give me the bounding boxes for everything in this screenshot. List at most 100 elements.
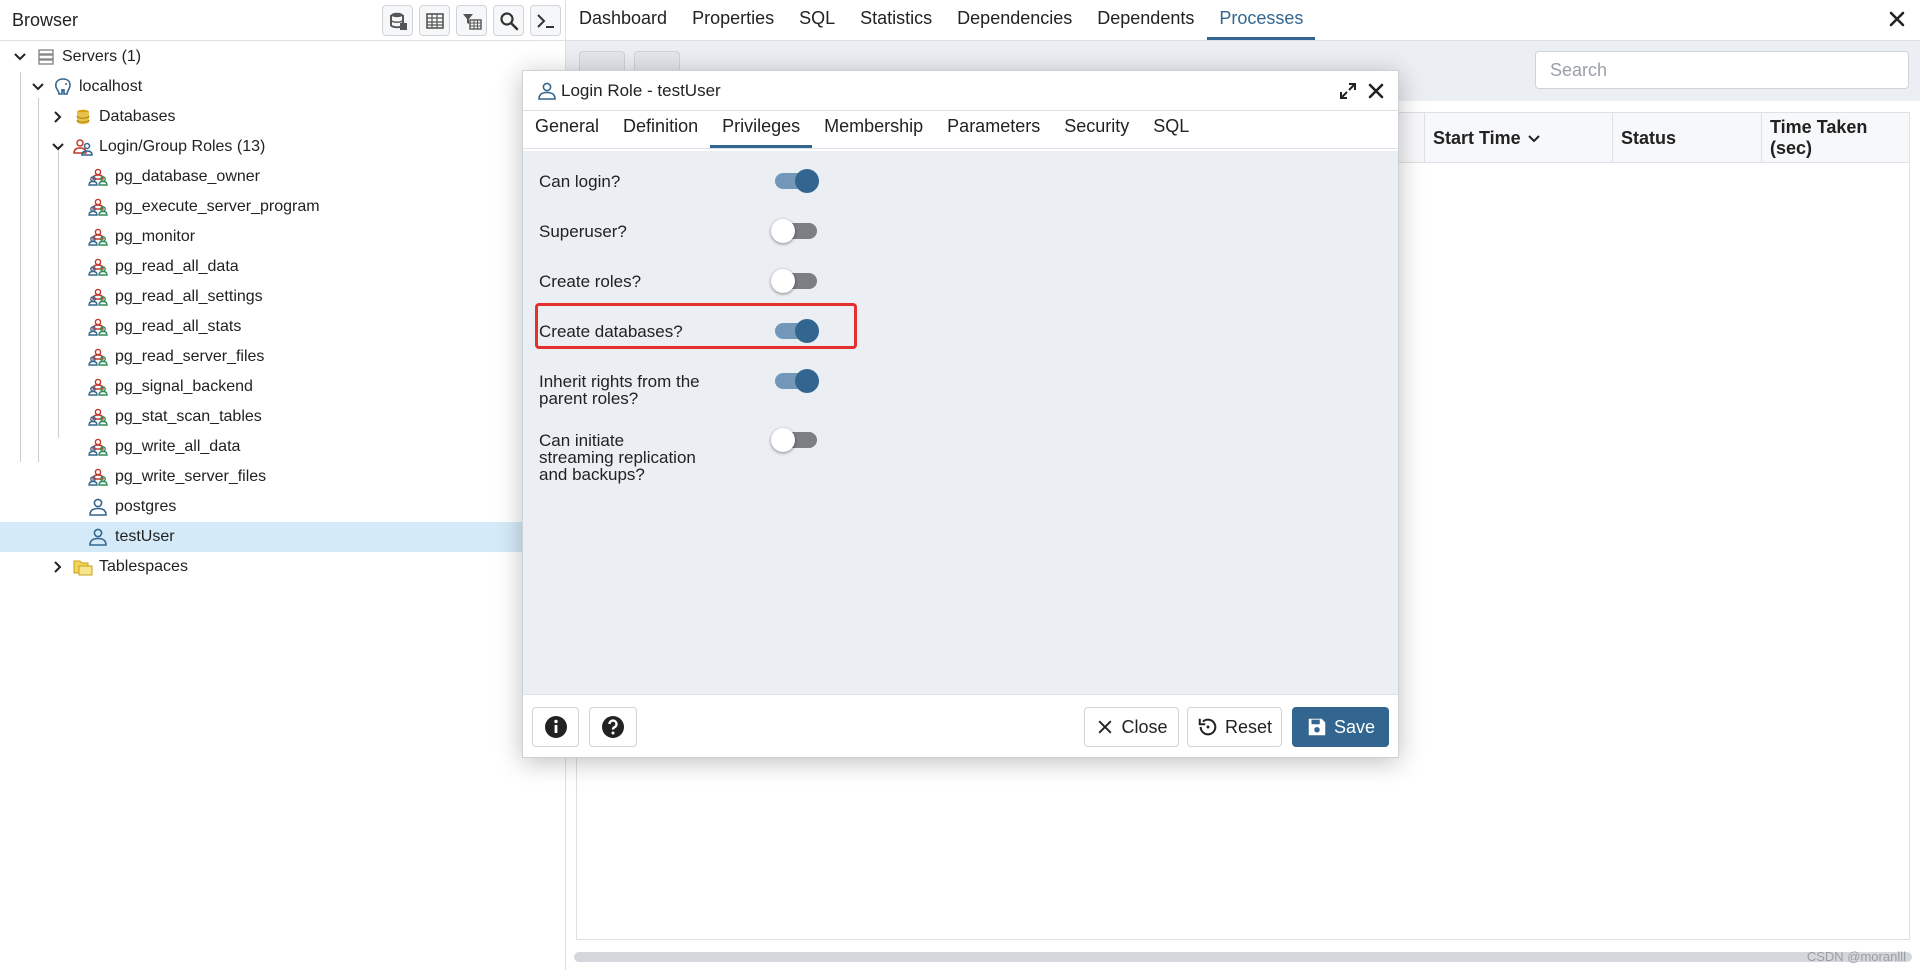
horizontal-scrollbar[interactable] bbox=[574, 952, 1912, 962]
tree-item-label: pg_stat_scan_tables bbox=[115, 408, 262, 425]
close-button[interactable]: Close bbox=[1084, 707, 1179, 747]
tree-item-role[interactable]: pg_read_server_files bbox=[0, 342, 565, 372]
tree-item-role[interactable]: pg_stat_scan_tables bbox=[0, 402, 565, 432]
browser-panel: Browser Servers (1) localhost Databases … bbox=[0, 0, 566, 970]
expand-icon[interactable] bbox=[1338, 81, 1358, 101]
tree-item-role[interactable]: pg_read_all_data bbox=[0, 252, 565, 282]
column-label: Time Taken (sec) bbox=[1770, 117, 1868, 158]
privilege-label: Inherit rights from the parent roles? bbox=[539, 373, 729, 407]
chevron-down-icon[interactable] bbox=[30, 79, 46, 95]
chevron-down-icon[interactable] bbox=[12, 49, 28, 65]
replication-toggle[interactable] bbox=[771, 425, 817, 455]
tree-item-label: localhost bbox=[79, 78, 143, 95]
reset-button[interactable]: Reset bbox=[1187, 707, 1282, 747]
tab-sql[interactable]: SQL bbox=[787, 8, 847, 40]
tab-dependencies[interactable]: Dependencies bbox=[945, 8, 1084, 40]
column-header-status[interactable]: Status bbox=[1612, 113, 1761, 163]
group-role-icon bbox=[88, 227, 108, 247]
filtered-rows-button[interactable] bbox=[456, 5, 487, 36]
chevron-right-icon[interactable] bbox=[50, 559, 66, 575]
tree-item-role[interactable]: pg_write_server_files bbox=[0, 462, 565, 492]
tab-definition[interactable]: Definition bbox=[611, 116, 710, 148]
table-view-icon bbox=[425, 12, 444, 29]
psql-tool-button[interactable] bbox=[530, 5, 561, 36]
info-button[interactable] bbox=[532, 707, 579, 747]
tree-item-role[interactable]: pg_read_all_stats bbox=[0, 312, 565, 342]
group-role-icon bbox=[88, 287, 108, 307]
chevron-right-icon[interactable] bbox=[50, 109, 66, 125]
privilege-label-line: and backups? bbox=[539, 465, 645, 484]
tree-item-role[interactable]: pg_database_owner bbox=[0, 162, 565, 192]
dialog-titlebar[interactable]: Login Role - testUser bbox=[523, 71, 1398, 111]
tab-properties[interactable]: Properties bbox=[680, 8, 786, 40]
search-objects-button[interactable] bbox=[493, 5, 524, 36]
tree-item-label: pg_monitor bbox=[115, 228, 196, 245]
tree-item-role[interactable]: pg_read_all_settings bbox=[0, 282, 565, 312]
group-role-icon bbox=[88, 377, 108, 397]
column-header-start-time[interactable]: Start Time bbox=[1424, 113, 1612, 163]
tree-item-label: Servers (1) bbox=[62, 48, 142, 65]
close-icon[interactable] bbox=[1366, 81, 1386, 101]
databases-icon bbox=[73, 107, 93, 127]
reset-button-label: Reset bbox=[1224, 716, 1273, 737]
search-box bbox=[1535, 51, 1909, 89]
inherit-rights-toggle[interactable] bbox=[771, 366, 819, 396]
tab-processes[interactable]: Processes bbox=[1207, 8, 1316, 40]
privileges-panel: Can login? Superuser? Create roles? Crea… bbox=[523, 151, 1398, 696]
browser-title: Browser bbox=[12, 9, 79, 30]
group-role-icon bbox=[88, 437, 108, 457]
view-data-button[interactable] bbox=[419, 5, 450, 36]
column-label: Status bbox=[1621, 127, 1677, 148]
tab-general[interactable]: General bbox=[523, 116, 611, 148]
search-icon bbox=[499, 11, 518, 30]
info-icon bbox=[544, 716, 567, 738]
group-role-icon bbox=[88, 347, 108, 367]
tree-item-role-selected[interactable]: testUser bbox=[0, 522, 565, 552]
save-button[interactable]: Save bbox=[1292, 707, 1389, 747]
column-label: Start Time bbox=[1433, 127, 1521, 148]
close-icon[interactable] bbox=[1886, 8, 1908, 30]
browser-toolbar bbox=[382, 5, 561, 36]
dialog-tabs: General Definition Privileges Membership… bbox=[523, 111, 1398, 149]
save-icon bbox=[1308, 718, 1326, 736]
column-header-time-taken[interactable]: Time Taken (sec) bbox=[1761, 113, 1913, 163]
highlight-annotation bbox=[535, 303, 857, 349]
tab-sql[interactable]: SQL bbox=[1141, 116, 1201, 148]
tree-item-role[interactable]: pg_execute_server_program bbox=[0, 192, 565, 222]
tree-item-label: pg_execute_server_program bbox=[115, 198, 320, 215]
tab-security[interactable]: Security bbox=[1052, 116, 1141, 148]
server-group-icon bbox=[36, 47, 56, 67]
create-roles-toggle[interactable] bbox=[771, 266, 817, 296]
tab-dashboard[interactable]: Dashboard bbox=[579, 8, 679, 40]
can-login-toggle[interactable] bbox=[771, 166, 819, 196]
tab-parameters[interactable]: Parameters bbox=[935, 116, 1052, 148]
superuser-toggle[interactable] bbox=[771, 216, 817, 246]
tree-item-role[interactable]: pg_monitor bbox=[0, 222, 565, 252]
tree-item-label: Login/Group Roles (13) bbox=[99, 138, 266, 155]
tab-dependents[interactable]: Dependents bbox=[1085, 8, 1206, 40]
privilege-label: Can login? bbox=[539, 172, 621, 191]
group-role-icon bbox=[88, 257, 108, 277]
tree-item-tablespaces[interactable]: Tablespaces bbox=[0, 552, 565, 582]
tab-membership[interactable]: Membership bbox=[812, 116, 935, 148]
tab-statistics[interactable]: Statistics bbox=[848, 8, 944, 40]
chevron-down-icon[interactable] bbox=[50, 139, 66, 155]
privilege-label: Can initiate streaming replication and b… bbox=[539, 432, 729, 483]
tree-item-label: testUser bbox=[115, 528, 175, 545]
tab-privileges[interactable]: Privileges bbox=[710, 116, 813, 148]
tree-item-role[interactable]: pg_write_all_data bbox=[0, 432, 565, 462]
question-icon bbox=[602, 716, 624, 738]
tree-item-label: pg_write_server_files bbox=[115, 468, 267, 485]
help-button[interactable] bbox=[589, 707, 637, 747]
tree-item-localhost[interactable]: localhost bbox=[0, 72, 565, 102]
query-tool-button[interactable] bbox=[382, 5, 413, 36]
postgres-elephant-icon bbox=[53, 77, 73, 97]
tree-item-login-roles[interactable]: Login/Group Roles (13) bbox=[0, 132, 565, 162]
tree-item-databases[interactable]: Databases bbox=[0, 102, 565, 132]
tree-item-role[interactable]: postgres bbox=[0, 492, 565, 522]
tree-item-servers[interactable]: Servers (1) bbox=[0, 42, 565, 72]
search-input[interactable] bbox=[1550, 59, 1894, 81]
login-role-dialog: Login Role - testUser General Definition… bbox=[522, 70, 1399, 758]
tree-item-role[interactable]: pg_signal_backend bbox=[0, 372, 565, 402]
save-button-label: Save bbox=[1333, 716, 1376, 737]
